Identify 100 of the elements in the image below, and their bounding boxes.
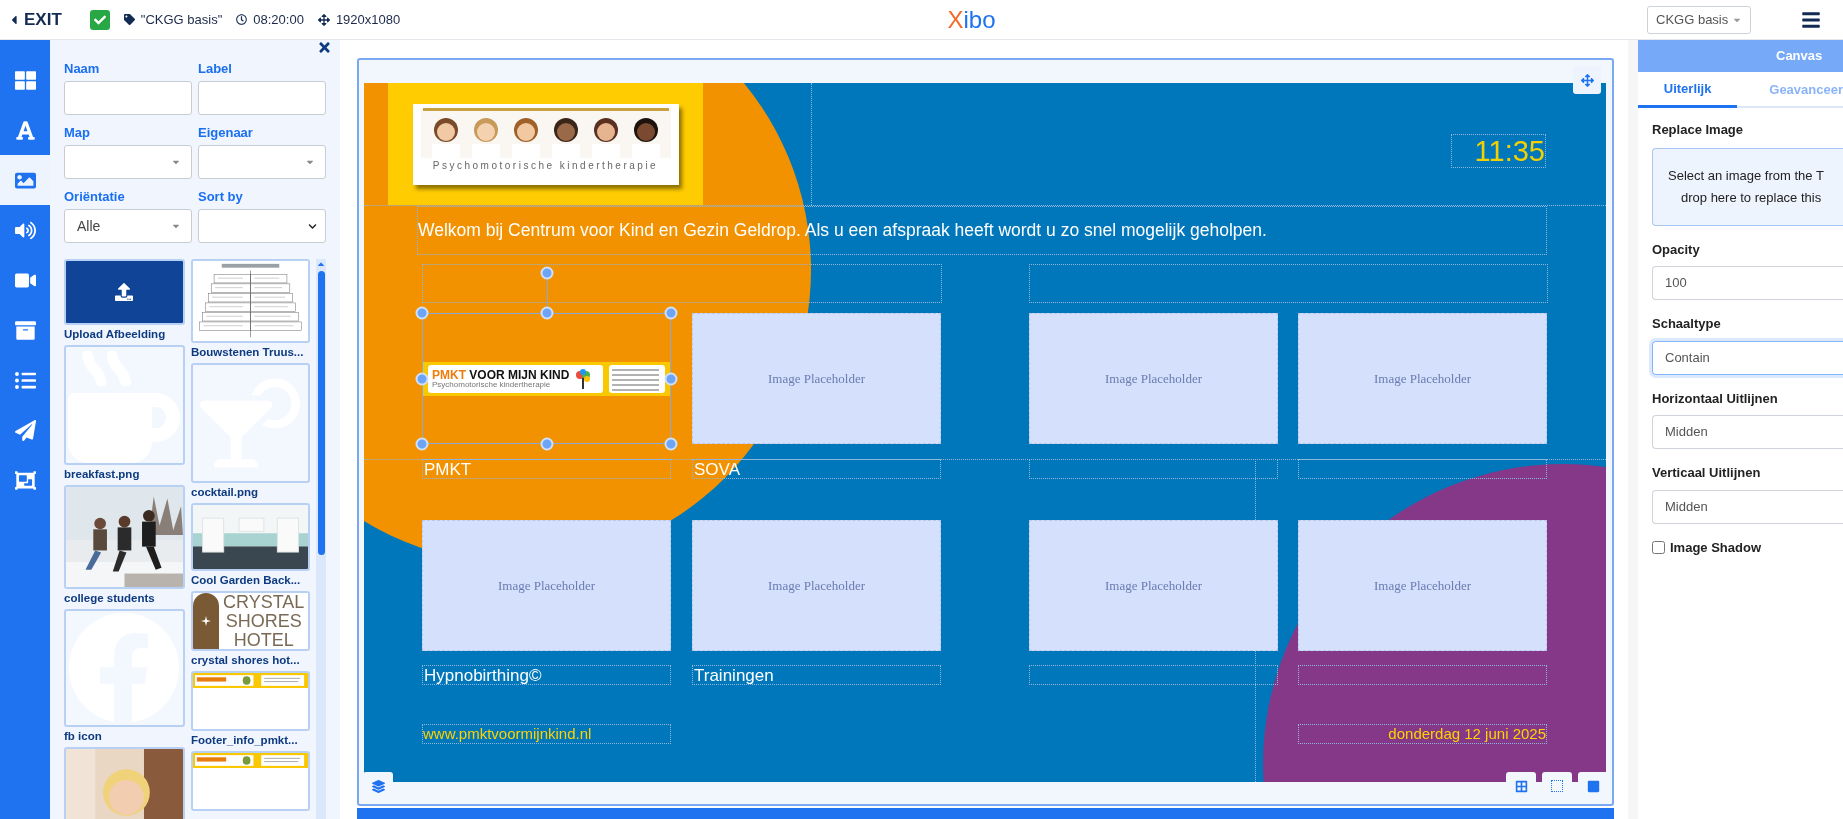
- exit-button[interactable]: EXIT: [8, 6, 62, 33]
- image-placeholder[interactable]: Image Placeholder: [1298, 313, 1547, 444]
- widget-label: Trainingen: [694, 666, 774, 684]
- clock-text: 11:35: [1474, 136, 1545, 166]
- drop-zone-text: drop here to replace this: [1680, 189, 1823, 207]
- paper-plane-icon: [14, 419, 36, 441]
- media-thumbnail[interactable]: [64, 259, 185, 325]
- image-placeholder[interactable]: Image Placeholder: [422, 520, 671, 651]
- menu-button[interactable]: [1801, 9, 1821, 30]
- hotel-logo-icon: [193, 593, 219, 649]
- date-text: donderdag 12 juni 2025: [1388, 723, 1546, 744]
- property-field[interactable]: 100: [1652, 266, 1843, 300]
- media-thumbnail[interactable]: [64, 345, 185, 465]
- website-text: www.pmktvoormijnkind.nl: [423, 723, 592, 744]
- close-button[interactable]: [317, 40, 332, 55]
- chevron-down-icon: [308, 221, 317, 231]
- media-thumbnail[interactable]: [191, 751, 310, 811]
- placeholder-text: Image Placeholder: [767, 369, 866, 388]
- image-placeholder[interactable]: Image Placeholder: [1029, 520, 1278, 651]
- move-button[interactable]: [1573, 66, 1601, 94]
- image-placeholder[interactable]: Image Placeholder: [692, 313, 941, 444]
- xibo-logo: Xibo: [947, 7, 996, 32]
- media-thumbnail[interactable]: [64, 609, 185, 727]
- field-label: Opacity: [1652, 240, 1701, 259]
- list-icon: [14, 369, 36, 391]
- layers-icon: [371, 779, 385, 793]
- layout-duration: 08:20:00: [253, 10, 304, 29]
- layout-name: "CKGG basis": [140, 10, 223, 29]
- media-name: Cool Garden Back...: [191, 573, 302, 588]
- scrollbar[interactable]: [316, 259, 326, 819]
- clock-icon: [236, 14, 248, 25]
- speaker-icon: [14, 219, 36, 241]
- media-thumbnail[interactable]: CRYSTAL SHORES HOTEL: [191, 591, 310, 651]
- archive-icon: [14, 319, 36, 341]
- banner-title: PMKT VOOR MIJN KIND: [432, 368, 570, 381]
- media-thumbnail[interactable]: [191, 671, 310, 731]
- media-name: Bouwstenen Truus...: [191, 345, 305, 360]
- property-field[interactable]: Midden: [1652, 489, 1843, 524]
- placeholder-text: Image Placeholder: [1373, 576, 1472, 595]
- move-icon: [317, 13, 330, 26]
- banner-subtitle: Psychomotorische kindertherapie: [432, 380, 552, 389]
- field-label: Schaaltype: [1652, 315, 1722, 333]
- grid-icon: [1514, 779, 1528, 793]
- media-name: cocktail.png: [191, 485, 260, 500]
- media-name: fb icon: [64, 729, 103, 744]
- placeholder-text: Image Placeholder: [1373, 369, 1472, 388]
- property-field[interactable]: Contain: [1652, 340, 1843, 375]
- media-name: college students: [64, 591, 156, 606]
- hotel-logo-text: SHORES: [224, 611, 303, 631]
- media-name: crystal shores hot...: [191, 653, 301, 668]
- property-field[interactable]: Midden: [1652, 415, 1843, 449]
- image-placeholder[interactable]: Image Placeholder: [1029, 313, 1278, 444]
- layout-resolution: 1920x1080: [335, 10, 401, 29]
- field-label: Horizontaal Uitlijnen: [1652, 389, 1779, 408]
- media-name: Footer_info_pmkt...: [191, 733, 299, 748]
- panel-title: Canvas: [1776, 47, 1823, 66]
- cup-icon: [68, 351, 181, 463]
- placeholder-text: Image Placeholder: [497, 576, 596, 595]
- image-shadow-checkbox[interactable]: [1652, 540, 1665, 554]
- filter-field[interactable]: [198, 81, 326, 115]
- close-icon: [317, 40, 332, 55]
- image-placeholder[interactable]: Image Placeholder: [692, 520, 941, 651]
- media-name: Upload Afbeelding: [64, 327, 167, 342]
- filter-label: Label: [198, 61, 233, 77]
- drop-zone-text: Select an image from the T: [1667, 166, 1825, 185]
- field-label: Verticaal Uitlijnen: [1652, 464, 1762, 482]
- placeholder-text: Image Placeholder: [767, 576, 866, 595]
- filter-label: Sort by: [198, 189, 244, 205]
- toolbox-tab[interactable]: [0, 155, 50, 205]
- media-name: breakfast.png: [64, 467, 141, 482]
- properties-tab[interactable]: Uiterlijk: [1638, 72, 1738, 108]
- widget-label: Hypnobirthing©: [424, 666, 542, 684]
- layout-select[interactable]: CKGG basis: [1647, 5, 1751, 34]
- filter-label: Map: [64, 125, 91, 141]
- filter-dropdown[interactable]: Alle: [64, 209, 192, 243]
- dotted-square-icon: [1551, 780, 1563, 792]
- hotel-logo-text: HOTEL: [232, 630, 295, 649]
- image-drop-zone[interactable]: Select an image from the T drop here to replace this: [1652, 147, 1843, 226]
- filter-label: Eigenaar: [198, 125, 254, 141]
- media-thumbnail[interactable]: [191, 363, 310, 483]
- logo-caption: Psychomotorische kindertherapie: [432, 158, 659, 173]
- placeholder-text: Image Placeholder: [1104, 576, 1203, 595]
- hotel-logo-text: CRYSTAL: [223, 593, 305, 612]
- filter-label: Oriëntatie: [64, 189, 126, 205]
- grid-icon: [14, 69, 36, 91]
- placeholder-text: Image Placeholder: [1104, 369, 1203, 388]
- frame-icon: [14, 469, 36, 491]
- menu-icon: [1801, 9, 1821, 30]
- upload-icon: [115, 283, 134, 301]
- widget-label: PMKT: [424, 460, 472, 478]
- image-widget[interactable]: PMKT VOOR MIJN KIND Psychomotorische kindertherapie: [422, 313, 671, 444]
- move-icon: [1580, 73, 1594, 87]
- filter-label: Naam: [64, 61, 101, 77]
- tag-icon: [123, 14, 135, 25]
- filter-field[interactable]: [64, 81, 192, 115]
- image-placeholder[interactable]: Image Placeholder: [1298, 520, 1547, 651]
- section-label: Replace Image: [1652, 121, 1745, 139]
- text-lines-drawing: [609, 364, 665, 393]
- text-icon: [14, 119, 36, 141]
- checkbox-label: Image Shadow: [1670, 538, 1762, 557]
